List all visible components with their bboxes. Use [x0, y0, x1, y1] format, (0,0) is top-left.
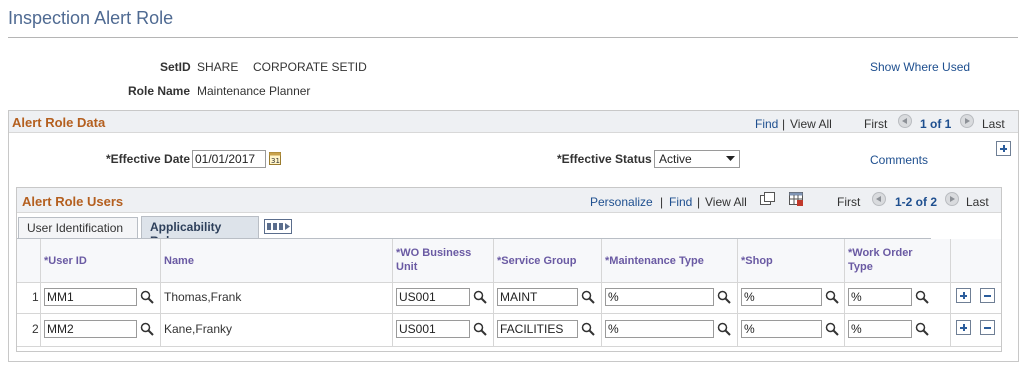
col-header-line: *WO Business	[396, 247, 472, 259]
col-header-wo-business-unit: *WO Business Unit	[396, 246, 471, 274]
next-row-icon[interactable]	[945, 192, 959, 206]
service-group-input[interactable]: FACILITIES	[497, 320, 578, 338]
search-icon[interactable]	[581, 290, 595, 304]
search-icon[interactable]	[825, 322, 839, 336]
add-row-button[interactable]	[956, 320, 971, 335]
alert-role-data-find-link[interactable]: Find	[755, 117, 778, 131]
work-order-type-input[interactable]: %	[848, 320, 912, 338]
previous-row-icon[interactable]	[872, 192, 886, 206]
tab-label: User Identification	[27, 221, 124, 235]
add-row-button[interactable]	[956, 288, 971, 303]
search-icon[interactable]	[825, 290, 839, 304]
user-id-input[interactable]: MM2	[44, 320, 137, 338]
service-group-input[interactable]: MAINT	[497, 288, 578, 306]
tab-applicability-rule[interactable]: Applicability Rule	[141, 216, 259, 248]
role-name-value: Maintenance Planner	[197, 84, 311, 98]
delete-row-button[interactable]	[980, 288, 995, 303]
separator: |	[697, 195, 701, 209]
zoom-grid-icon[interactable]	[760, 192, 775, 206]
user-id-input[interactable]: MM1	[44, 288, 137, 306]
search-icon[interactable]	[473, 322, 487, 336]
user-name: Kane,Franky	[164, 322, 233, 336]
effective-status-value: Active	[659, 152, 692, 166]
show-all-columns-icon[interactable]	[264, 219, 292, 234]
col-header-line: *Work Order	[848, 247, 913, 259]
col-header-service-group: *Service Group	[497, 255, 577, 267]
page-title: Inspection Alert Role	[8, 8, 174, 28]
grid-line	[392, 239, 393, 346]
col-header-user-id: *User ID	[44, 255, 87, 267]
tab-user-identification[interactable]: User Identification	[18, 217, 138, 238]
wo-business-unit-input[interactable]: US001	[396, 288, 470, 306]
wo-business-unit-input[interactable]: US001	[396, 320, 470, 338]
svg-text:31: 31	[271, 157, 280, 165]
col-header-shop: *Shop	[741, 255, 773, 267]
maintenance-type-input[interactable]: %	[605, 320, 714, 338]
grid-line	[160, 239, 161, 346]
grid-line	[737, 239, 738, 346]
grid-line	[493, 239, 494, 346]
alert-role-data-count: 1 of 1	[920, 117, 952, 131]
search-icon[interactable]	[140, 322, 154, 336]
personalize-link[interactable]: Personalize	[590, 195, 653, 209]
maintenance-type-input[interactable]: %	[605, 288, 714, 306]
search-icon[interactable]	[915, 322, 929, 336]
row-number: 2	[32, 322, 39, 336]
grid-line	[17, 282, 1001, 283]
separator: |	[782, 117, 786, 131]
previous-row-icon[interactable]	[898, 114, 912, 128]
search-icon[interactable]	[717, 290, 731, 304]
alert-role-data-first: First	[864, 117, 888, 131]
alert-role-data-last: Last	[982, 117, 1005, 131]
search-icon[interactable]	[915, 290, 929, 304]
effective-date-input[interactable]: 01/01/2017	[192, 150, 266, 168]
grid-line	[950, 239, 951, 346]
next-row-icon[interactable]	[960, 114, 974, 128]
col-header-line: Unit	[396, 261, 418, 273]
users-find-link[interactable]: Find	[669, 195, 692, 209]
comments-link[interactable]: Comments	[870, 153, 928, 167]
grid-line	[40, 239, 41, 346]
shop-input[interactable]: %	[741, 320, 822, 338]
effective-status-label: *Effective Status	[557, 152, 652, 166]
grid-line	[844, 239, 845, 346]
search-icon[interactable]	[717, 322, 731, 336]
alert-role-data-title: Alert Role Data	[12, 115, 106, 130]
users-last: Last	[966, 195, 989, 209]
chevron-down-icon	[726, 156, 735, 161]
search-icon[interactable]	[140, 290, 154, 304]
title-divider	[8, 37, 1018, 38]
users-view-all[interactable]: View All	[705, 195, 747, 209]
users-first: First	[837, 195, 861, 209]
row-number: 1	[32, 290, 39, 304]
effective-date-label: *Effective Date	[106, 152, 191, 166]
setid-description: CORPORATE SETID	[253, 60, 367, 74]
delete-row-button[interactable]	[980, 320, 995, 335]
alert-role-users-title: Alert Role Users	[22, 194, 124, 209]
col-header-line: Type	[848, 261, 873, 273]
grid-line	[17, 313, 1001, 314]
show-where-used-link[interactable]: Show Where Used	[870, 60, 970, 74]
add-effective-row-button[interactable]	[996, 141, 1011, 156]
separator: |	[660, 195, 664, 209]
grid-line	[601, 239, 602, 346]
download-spreadsheet-icon[interactable]	[789, 192, 804, 206]
setid-value: SHARE	[197, 60, 239, 74]
role-name-label: Role Name	[128, 84, 191, 98]
alert-role-data-view-all[interactable]: View All	[790, 117, 832, 131]
search-icon[interactable]	[473, 290, 487, 304]
users-count: 1-2 of 2	[895, 195, 938, 209]
shop-input[interactable]: %	[741, 288, 822, 306]
setid-label: SetID	[160, 60, 191, 74]
calendar-icon[interactable]: 31	[269, 151, 281, 165]
search-icon[interactable]	[581, 322, 595, 336]
work-order-type-input[interactable]: %	[848, 288, 912, 306]
col-header-maintenance-type: *Maintenance Type	[605, 255, 704, 267]
grid-line	[17, 346, 1001, 347]
col-header-name: Name	[164, 255, 194, 267]
user-name: Thomas,Frank	[164, 290, 242, 304]
col-header-work-order-type: *Work Order Type	[848, 246, 913, 274]
